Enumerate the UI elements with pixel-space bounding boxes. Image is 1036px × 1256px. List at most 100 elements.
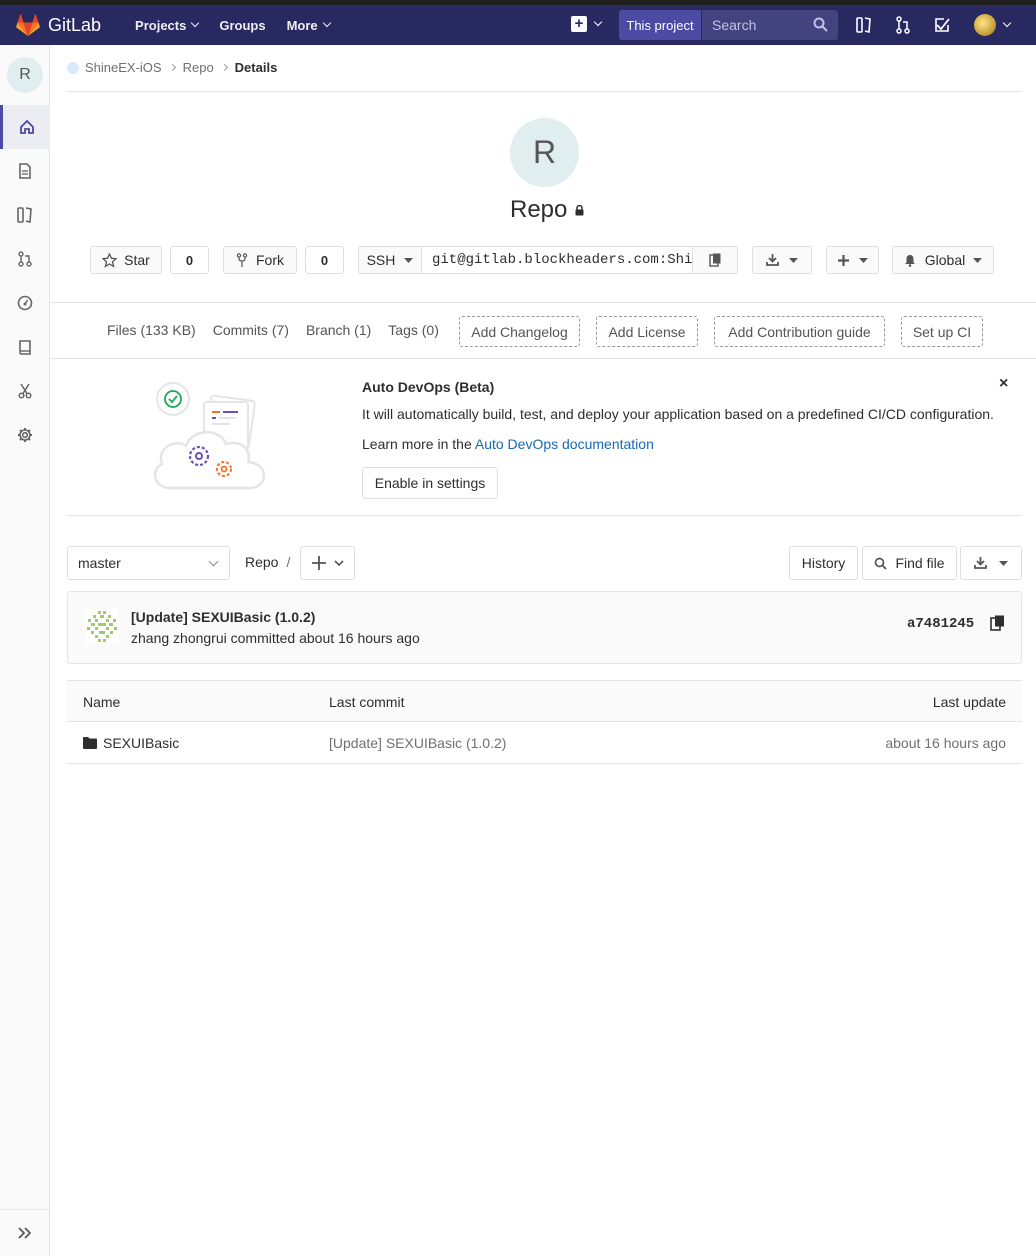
sidebar-item-merge-requests[interactable] [0,237,50,281]
history-button[interactable]: History [789,546,858,580]
chevron-right-icon [220,63,228,72]
stat-tags[interactable]: Tags (0) [388,322,439,338]
clone-protocol-label: SSH [366,252,396,268]
fork-label: Fork [256,252,284,268]
chevron-down-icon [208,556,219,567]
committer-avatar[interactable] [85,609,119,643]
stat-commits[interactable]: Commits (7) [213,322,289,338]
col-name: Name [83,694,121,710]
fork-count[interactable]: 0 [305,246,344,274]
breadcrumb-current[interactable]: Details [235,60,278,75]
commit-meta: zhang zhongrui committed about 16 hours … [131,630,420,646]
user-menu[interactable] [974,14,1012,36]
project-title: Repo [510,196,584,224]
plus-icon [311,556,326,570]
sidebar-item-ci-cd[interactable] [0,281,50,325]
download-source-dropdown[interactable] [960,546,1022,580]
sidebar-item-wiki[interactable] [0,325,50,369]
gitlab-logo[interactable]: GitLab [16,14,101,36]
project-name: Repo [510,196,568,223]
star-button[interactable]: Star [90,246,162,274]
enable-in-settings-button[interactable]: Enable in settings [362,467,498,499]
sidebar-item-repository[interactable] [0,149,50,193]
nav-projects[interactable]: Projects [135,18,200,33]
caret-down-icon [858,257,868,263]
add-to-tree-dropdown[interactable] [300,546,355,580]
breadcrumb-project[interactable]: Repo [183,60,214,75]
issues-nav-icon[interactable] [856,16,895,37]
sidebar-collapse-button[interactable] [0,1209,50,1256]
user-avatar [974,14,996,36]
add-contribution-guide-button[interactable]: Add Contribution guide [714,316,885,347]
close-icon[interactable]: × [999,375,1008,393]
bell-icon [904,254,915,267]
star-icon [102,252,118,268]
brand-name: GitLab [48,14,102,35]
new-dropdown-button[interactable]: + [571,16,603,32]
file-tree-table: Name Last commit Last update SEXUIBasic … [67,680,1022,764]
fork-icon [236,252,248,267]
sidebar-item-issues[interactable] [0,193,50,237]
star-label: Star [124,252,150,268]
add-new-dropdown[interactable] [826,246,879,274]
merge-requests-nav-icon[interactable] [895,16,934,37]
clipboard-icon[interactable] [990,615,1005,631]
devops-description: It will automatically build, test, and d… [362,406,994,422]
caret-down-icon [999,560,1008,566]
path-root[interactable]: Repo [245,554,278,570]
home-icon [19,119,34,134]
nav-more-label: More [286,17,318,33]
devops-title: Auto DevOps (Beta) [362,379,495,395]
download-dropdown[interactable] [752,246,812,274]
merge-request-icon [18,251,32,267]
setup-ci-button[interactable]: Set up CI [901,316,983,347]
row-commit-message[interactable]: [Update] SEXUIBasic (1.0.2) [329,735,506,751]
project-avatar: R [510,118,579,187]
find-file-label: Find file [895,555,945,571]
stat-files[interactable]: Files (133 KB) [107,322,196,338]
row-updated: about 16 hours ago [885,735,1006,751]
copy-clone-url-button[interactable] [692,246,738,274]
notification-dropdown[interactable]: Global [892,246,994,274]
star-count[interactable]: 0 [170,246,209,274]
search-scope-this-project[interactable]: This project [619,10,701,40]
caret-down-icon [789,257,798,263]
divider [50,302,1036,303]
commit-sha[interactable]: a7481245 [907,616,974,632]
add-license-button[interactable]: Add License [596,316,698,347]
path-separator: / [286,554,291,570]
doc-icon [19,163,31,179]
download-icon [974,557,987,569]
tree-item-folder[interactable]: SEXUIBasic [83,735,179,751]
sidebar-item-snippets[interactable] [0,369,50,413]
add-changelog-button[interactable]: Add Changelog [459,316,580,347]
breadcrumb: ShineEX-iOS Repo Details [67,60,277,75]
sidebar-project-avatar[interactable]: R [7,57,43,93]
commit-title[interactable]: [Update] SEXUIBasic (1.0.2) [131,609,315,625]
sidebar-item-settings[interactable] [0,413,50,457]
project-stats: Files (133 KB) Commits (7) Branch (1) Ta… [107,322,456,338]
devops-docs-link[interactable]: Auto DevOps documentation [475,436,654,452]
last-commit-panel: [Update] SEXUIBasic (1.0.2) zhang zhongr… [67,591,1022,664]
clone-url-field[interactable]: git@gitlab.blockheaders.com:ShineEX-iOS/… [421,246,693,274]
chevron-right-icon [168,63,176,72]
nav-groups[interactable]: Groups [219,18,265,33]
divider [67,515,1022,516]
branch-select[interactable]: master [67,546,230,580]
nav-more[interactable]: More [286,17,331,33]
find-file-button[interactable]: Find file [862,546,957,580]
folder-icon [83,737,97,749]
chevron-down-icon [191,18,200,28]
devops-learn-prefix: Learn more in the [362,436,475,452]
todos-nav-icon[interactable] [934,16,973,37]
breadcrumb-group[interactable]: ShineEX-iOS [85,60,162,75]
folder-name: SEXUIBasic [103,735,180,751]
branch-name: master [78,555,121,571]
clone-protocol-dropdown[interactable]: SSH [358,246,422,274]
divider [50,358,1036,359]
repo-path: Repo / [245,554,290,570]
stat-branch[interactable]: Branch (1) [306,322,371,338]
sidebar-item-project[interactable] [0,105,50,149]
fork-button[interactable]: Fork [223,246,297,274]
group-logo-icon [67,61,79,74]
